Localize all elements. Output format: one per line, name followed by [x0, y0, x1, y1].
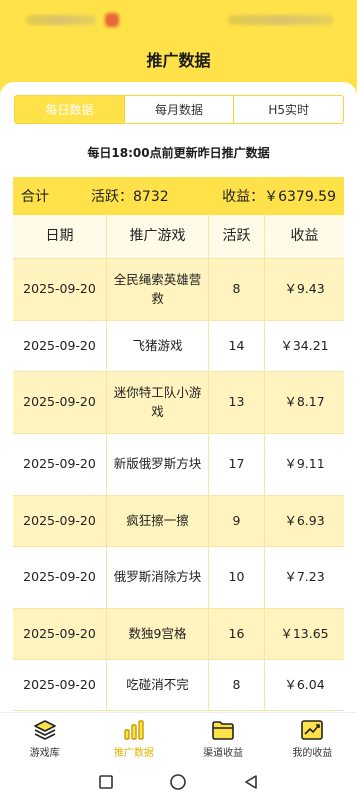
row-revenue: ￥7.23 — [284, 569, 325, 585]
row-date: 2025-09-20 — [13, 372, 107, 433]
row-game: 俄罗斯消除方块 — [107, 547, 209, 608]
row-active: 8 — [209, 660, 265, 710]
square-icon — [99, 775, 113, 789]
tab-bar: 每日数据 每月数据 H5实时 — [14, 95, 344, 124]
row-revenue: ￥34.21 — [280, 337, 329, 353]
status-blur-right — [228, 15, 333, 25]
nav-promo-data[interactable]: 推广数据 — [89, 713, 178, 764]
circle-icon — [170, 774, 187, 790]
row-active: 13 — [209, 372, 265, 433]
header-game: 推广游戏 — [107, 215, 209, 258]
row-date: 2025-09-20 — [13, 496, 107, 546]
bar-chart-icon — [124, 719, 144, 740]
nav-label: 游戏库 — [29, 747, 60, 759]
row-date: 2025-09-20 — [13, 609, 107, 659]
row-game: 疯狂擦一擦 — [107, 496, 209, 546]
row-revenue: ￥8.17 — [284, 394, 325, 410]
row-active: 17 — [209, 434, 265, 495]
status-bar — [0, 0, 357, 36]
table-row: 2025-09-20 迷你特工队小游戏 13 ￥8.17 — [13, 372, 344, 434]
data-table: 日期 推广游戏 活跃 收益 2025-09-20 全民绳索英雄营救 8 ￥9.4… — [13, 215, 344, 711]
table-row: 2025-09-20 飞猪游戏 14 ￥34.21 — [13, 321, 344, 372]
nav-game-library[interactable]: 游戏库 — [0, 713, 89, 764]
row-game: 全民绳索英雄营救 — [107, 259, 209, 320]
summary-total-label: 合计 — [21, 189, 49, 205]
bottom-nav: 游戏库 推广数据 渠道收益 我的收益 — [0, 712, 357, 764]
row-date: 2025-09-20 — [13, 434, 107, 495]
table-row: 2025-09-20 吃碰消不完 8 ￥6.04 — [13, 660, 344, 711]
stack-icon — [33, 719, 56, 740]
page-title: 推广数据 — [146, 51, 211, 70]
header-revenue: 收益 — [290, 228, 319, 245]
status-blur-left-icon — [105, 13, 119, 27]
nav-label: 渠道收益 — [203, 747, 244, 759]
home-button[interactable] — [169, 773, 187, 791]
row-date: 2025-09-20 — [13, 547, 107, 608]
row-active: 14 — [209, 321, 265, 371]
row-revenue: ￥9.43 — [284, 281, 325, 297]
row-date: 2025-09-20 — [13, 660, 107, 710]
back-button[interactable] — [243, 774, 259, 790]
header-date: 日期 — [13, 215, 107, 258]
row-revenue: ￥9.11 — [284, 456, 325, 472]
recent-apps-button[interactable] — [98, 774, 114, 790]
table-row: 2025-09-20 数独9宫格 16 ￥13.65 — [13, 609, 344, 660]
summary-bar: 合计 活跃：8732 收益：￥6379.59 — [13, 177, 344, 215]
row-revenue: ￥6.93 — [284, 512, 325, 528]
triangle-back-icon — [245, 775, 257, 789]
tab-daily[interactable]: 每日数据 — [15, 96, 125, 123]
summary-revenue: 收益：￥6379.59 — [222, 189, 336, 205]
row-game: 飞猪游戏 — [107, 321, 209, 371]
nav-label: 推广数据 — [113, 747, 154, 759]
row-active: 8 — [209, 259, 265, 320]
header-active: 活跃 — [209, 215, 265, 258]
row-game: 吃碰消不完 — [107, 660, 209, 710]
tab-monthly[interactable]: 每月数据 — [125, 96, 235, 123]
row-game: 迷你特工队小游戏 — [107, 372, 209, 433]
table-row: 2025-09-20 全民绳索英雄营救 8 ￥9.43 — [13, 259, 344, 321]
row-active: 9 — [209, 496, 265, 546]
tab-h5-realtime[interactable]: H5实时 — [234, 96, 343, 123]
row-active: 16 — [209, 609, 265, 659]
row-revenue: ￥13.65 — [280, 625, 329, 641]
row-game: 新版俄罗斯方块 — [107, 434, 209, 495]
summary-active: 活跃：8732 — [91, 189, 169, 205]
table-row: 2025-09-20 俄罗斯消除方块 10 ￥7.23 — [13, 547, 344, 609]
table-row: 2025-09-20 新版俄罗斯方块 17 ￥9.11 — [13, 434, 344, 496]
nav-my-revenue[interactable]: 我的收益 — [268, 713, 357, 764]
status-blur-left — [26, 15, 96, 25]
table-header-row: 日期 推广游戏 活跃 收益 — [13, 215, 344, 259]
row-date: 2025-09-20 — [13, 259, 107, 320]
update-notice: 每日18:00点前更新昨日推广数据 — [87, 146, 270, 160]
row-date: 2025-09-20 — [13, 321, 107, 371]
folder-icon — [212, 720, 234, 740]
system-nav-bar — [0, 764, 357, 800]
row-game: 数独9宫格 — [107, 609, 209, 659]
nav-channel-revenue[interactable]: 渠道收益 — [179, 713, 268, 764]
nav-label: 我的收益 — [292, 747, 333, 759]
row-revenue: ￥6.04 — [284, 676, 325, 692]
table-row: 2025-09-20 疯狂擦一擦 9 ￥6.93 — [13, 496, 344, 547]
trend-chart-icon — [301, 719, 324, 740]
content-card: 每日数据 每月数据 H5实时 每日18:00点前更新昨日推广数据 合计 活跃：8… — [0, 82, 357, 712]
row-active: 10 — [209, 547, 265, 608]
